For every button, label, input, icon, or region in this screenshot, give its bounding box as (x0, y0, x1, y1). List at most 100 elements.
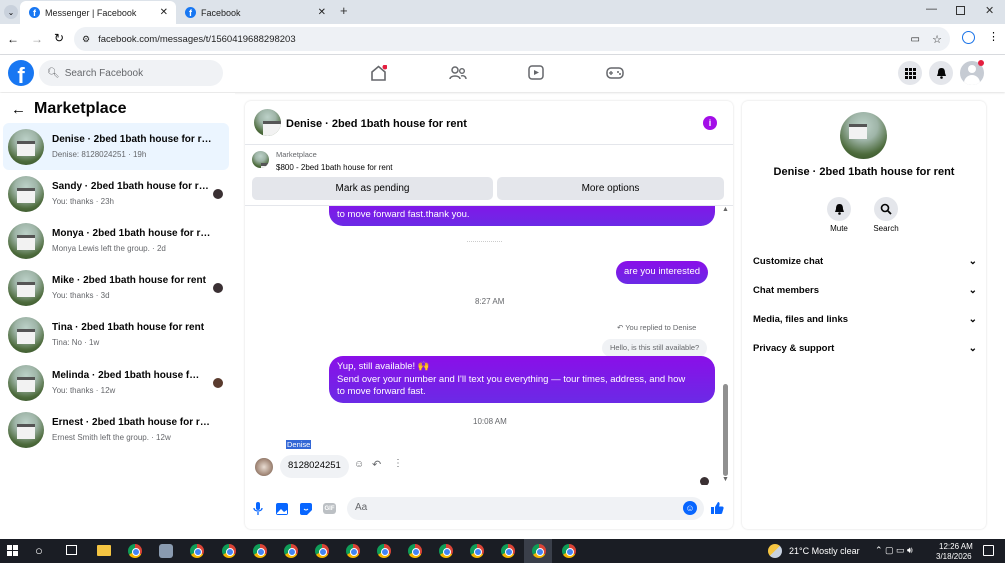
listing-thumbnail (8, 317, 44, 353)
weather-text[interactable]: 21°C Mostly clear (789, 546, 860, 556)
chrome-icon[interactable] (408, 544, 422, 558)
system-tray-icons[interactable]: ⌃ ▢ ▭ 🔊︎ (875, 545, 913, 556)
reply-icon[interactable]: ↶ (372, 458, 381, 471)
back-arrow-icon[interactable]: ← (11, 101, 26, 118)
conversation-item[interactable]: Melinda · 2bed 1bath house for ... You: … (3, 359, 229, 406)
more-actions-icon[interactable]: ⋮ (393, 458, 403, 469)
scroll-up-arrow[interactable]: ▲ (722, 206, 729, 213)
task-view-icon[interactable] (66, 545, 77, 555)
chat-header-avatar[interactable] (254, 109, 281, 136)
gaming-icon[interactable] (606, 67, 624, 79)
conversation-item[interactable]: Mike · 2bed 1bath house for rent You: th… (3, 264, 229, 311)
conversation-item[interactable]: Monya · 2bed 1bath house for rent Monya … (3, 217, 229, 264)
notifications-button[interactable] (929, 61, 953, 85)
chrome-icon[interactable] (562, 544, 576, 558)
chrome-icon[interactable] (532, 544, 546, 558)
media-files-links-row[interactable]: Media, files and links ⌄ (753, 309, 977, 329)
chrome-icon[interactable] (253, 544, 267, 558)
conversation-item[interactable]: Tina · 2bed 1bath house for rent Tina: N… (3, 311, 229, 358)
tab-facebook[interactable]: f Facebook ✕ (178, 1, 334, 24)
sender-avatar[interactable] (255, 458, 273, 476)
cast-icon[interactable]: ▭ (911, 34, 920, 45)
chrome-icon[interactable] (470, 544, 484, 558)
facebook-logo[interactable]: f (8, 60, 34, 86)
tab-list-button[interactable]: ⌄ (4, 5, 18, 19)
clock-date[interactable]: 3/18/2026 (936, 552, 972, 561)
outgoing-message[interactable]: are you interested (616, 261, 709, 284)
conversation-preview: You: thanks · 3d (52, 291, 110, 300)
chrome-icon[interactable] (315, 544, 329, 558)
address-bar[interactable]: ⚙ facebook.com/messages/t/15604196882982… (74, 27, 950, 51)
privacy-support-row[interactable]: Privacy & support ⌄ (753, 338, 977, 358)
app-icon[interactable] (159, 544, 173, 558)
microphone-icon[interactable] (253, 502, 263, 515)
conversation-name: Ernest · 2bed 1bath house for rent (52, 417, 212, 428)
home-icon[interactable] (370, 65, 387, 81)
chat-members-row[interactable]: Chat members ⌄ (753, 280, 977, 300)
gif-icon[interactable]: GIF (323, 503, 336, 514)
new-tab-button[interactable]: + (340, 3, 348, 18)
tab-messenger[interactable]: f Messenger | Facebook ✕ (20, 1, 176, 24)
conversation-item[interactable]: Sandy · 2bed 1bath house for rent You: t… (3, 170, 229, 217)
chrome-icon[interactable] (128, 544, 142, 558)
menu-grid-button[interactable] (898, 61, 922, 85)
timestamp: 10:08 AM (473, 417, 507, 426)
site-info-icon[interactable]: ⚙ (82, 34, 90, 45)
outgoing-message[interactable]: to move forward fast.thank you. (329, 206, 715, 226)
file-explorer-icon[interactable] (97, 545, 111, 556)
chrome-icon[interactable] (346, 544, 360, 558)
section-label: Privacy & support (753, 342, 835, 354)
scrollbar-thumb[interactable] (723, 384, 728, 476)
incoming-message[interactable]: 8128024251 (280, 455, 349, 478)
windows-start-icon[interactable] (7, 545, 18, 556)
forward-icon[interactable]: → (31, 32, 43, 46)
url-text[interactable]: facebook.com/messages/t/1560419688298203 (98, 34, 296, 45)
friends-icon[interactable] (449, 66, 467, 80)
chrome-icon[interactable] (501, 544, 515, 558)
like-thumbs-up-icon[interactable] (710, 501, 724, 515)
taskbar-search-icon[interactable]: ○ (35, 543, 43, 558)
message-input[interactable]: Aa ☺ (347, 497, 704, 520)
info-icon[interactable]: i (703, 116, 717, 130)
react-icon[interactable]: ☺ (354, 459, 364, 470)
scrollbar[interactable]: ▲ ▼ (722, 206, 730, 485)
video-icon[interactable] (528, 65, 544, 80)
clock-time[interactable]: 12:26 AM (939, 542, 973, 551)
chrome-icon[interactable] (190, 544, 204, 558)
photo-icon[interactable] (276, 503, 288, 515)
conversation-item[interactable]: Ernest · 2bed 1bath house for rent Ernes… (3, 406, 229, 453)
chrome-icon[interactable] (222, 544, 236, 558)
listing-banner[interactable]: Marketplace $800 - 2bed 1bath house for … (245, 146, 733, 176)
chrome-icon[interactable] (377, 544, 391, 558)
minimize-window-button[interactable]: — (926, 3, 937, 15)
emoji-icon[interactable]: ☺ (683, 501, 697, 515)
chrome-icon[interactable] (439, 544, 453, 558)
close-window-button[interactable]: ✕ (985, 4, 994, 17)
weather-icon[interactable] (768, 544, 782, 558)
bookmark-star-icon[interactable]: ☆ (932, 33, 942, 46)
profile-icon[interactable] (962, 31, 975, 44)
reload-icon[interactable]: ↻ (54, 31, 64, 45)
close-tab-icon[interactable]: ✕ (160, 7, 168, 18)
quoted-message[interactable]: Hello, is this still available? (602, 339, 708, 357)
chrome-icon[interactable] (284, 544, 298, 558)
facebook-search-box[interactable]: 🔍︎ Search Facebook (39, 60, 223, 86)
mute-button[interactable] (827, 197, 851, 221)
chat-title[interactable]: Denise · 2bed 1bath house for rent (286, 118, 467, 130)
conversation-preview: Monya Lewis left the group. · 2d (52, 244, 166, 253)
browser-menu-icon[interactable]: ⋮ (988, 30, 999, 43)
customize-chat-row[interactable]: Customize chat ⌄ (753, 251, 977, 271)
more-options-button[interactable]: More options (497, 177, 724, 200)
notification-center-icon[interactable] (983, 545, 994, 556)
close-tab-icon[interactable]: ✕ (318, 7, 326, 18)
conversation-item[interactable]: Denise · 2bed 1bath house for rent Denis… (3, 123, 229, 170)
maximize-window-button[interactable] (956, 6, 965, 15)
outgoing-reply-message[interactable]: Yup, still available! 🙌 Send over your n… (329, 356, 715, 403)
conversation-name: Monya · 2bed 1bath house for rent (52, 228, 212, 239)
scroll-down-arrow[interactable]: ▼ (722, 476, 729, 483)
search-conversation-button[interactable] (874, 197, 898, 221)
composer: GIF Aa ☺ (245, 497, 733, 523)
sticker-icon[interactable] (300, 503, 312, 515)
mark-as-pending-button[interactable]: Mark as pending (252, 177, 493, 200)
back-icon[interactable]: ← (7, 32, 19, 46)
